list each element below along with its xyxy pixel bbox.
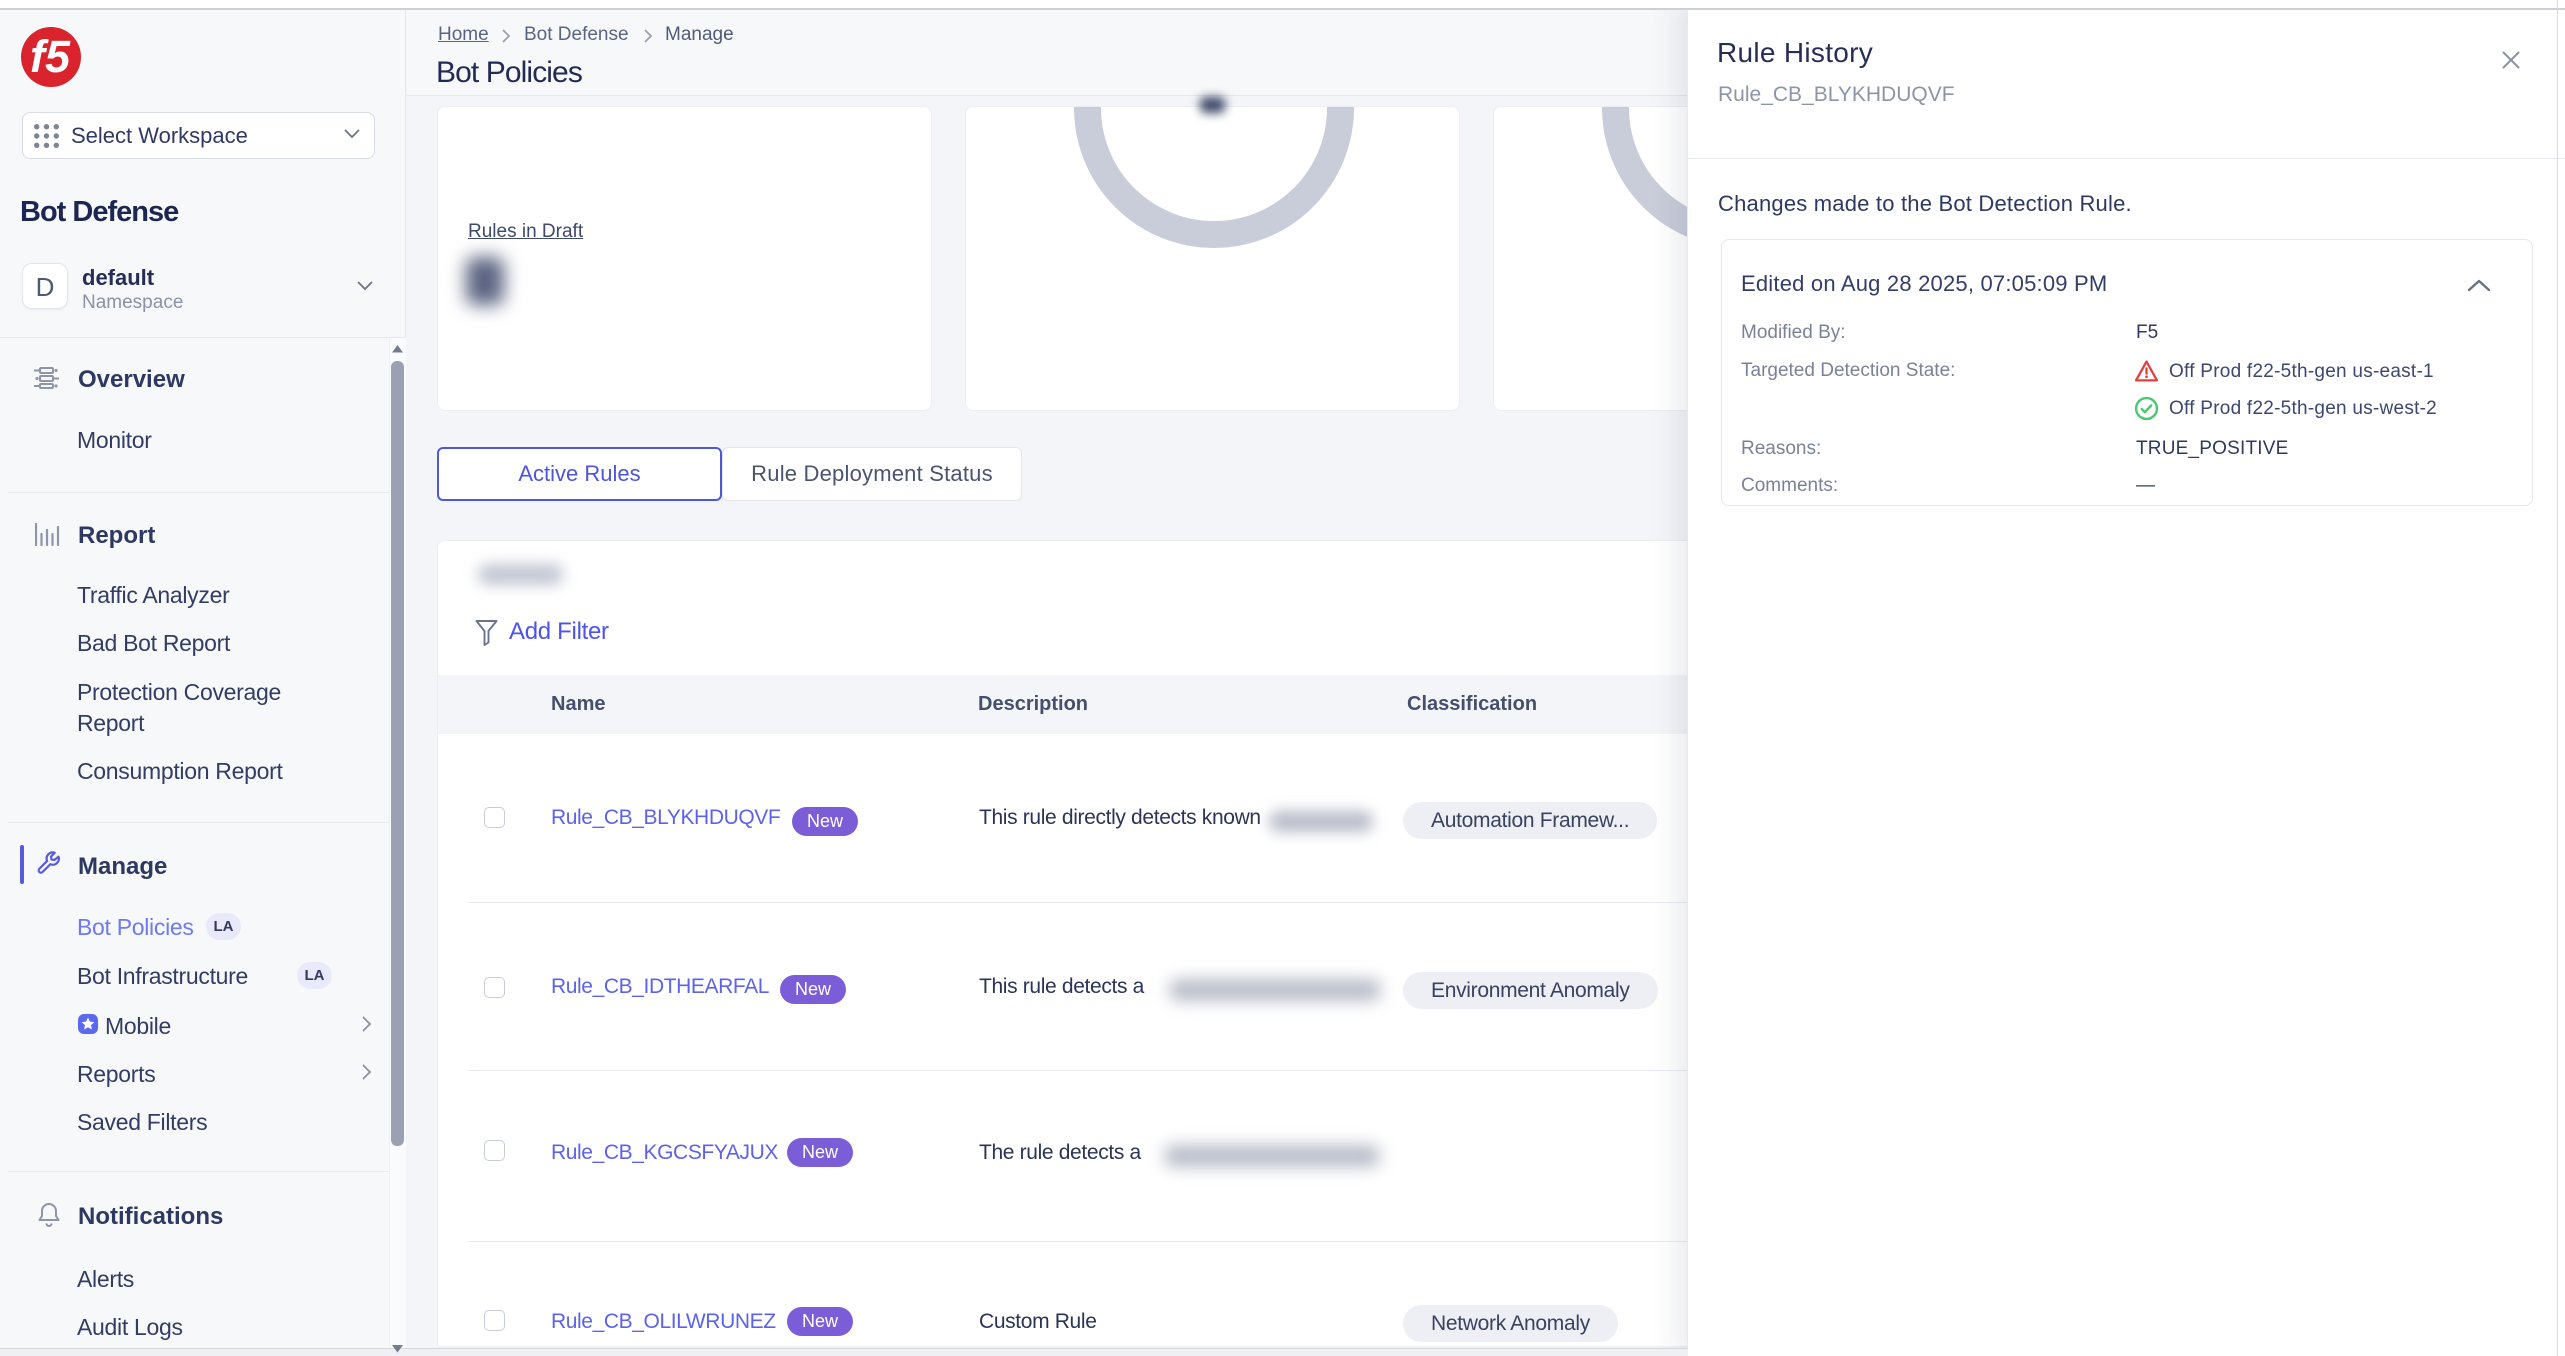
svg-text:f5: f5 <box>30 31 71 82</box>
